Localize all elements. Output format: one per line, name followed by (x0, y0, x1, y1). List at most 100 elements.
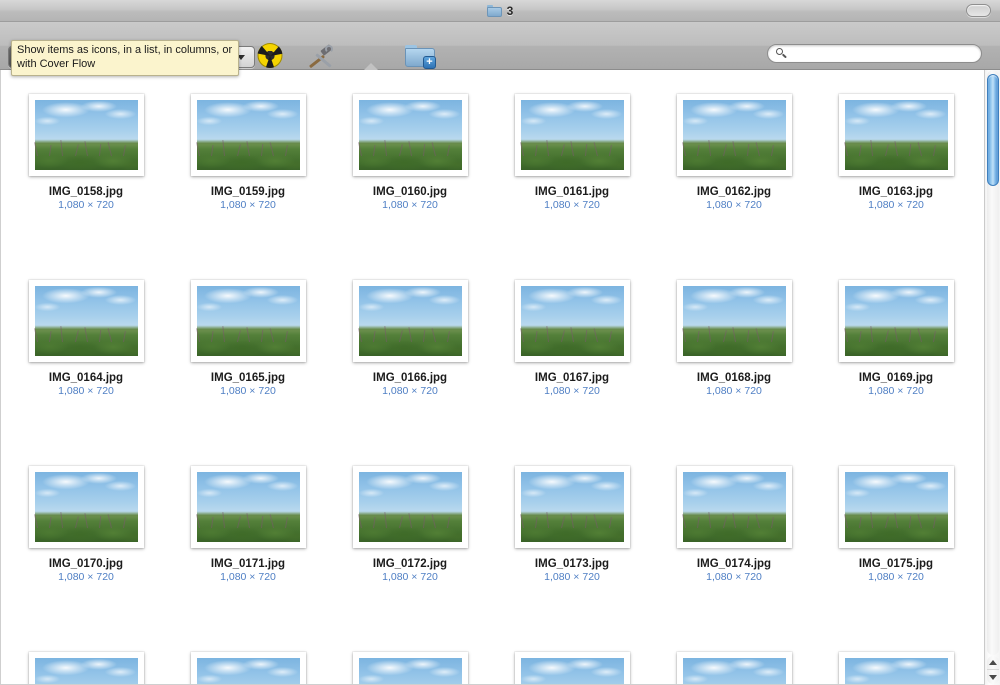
photo-thumbnail (33, 286, 138, 356)
file-name-label: IMG_0167.jpg (534, 372, 610, 384)
file-item[interactable]: IMG_0179.jpg1,080 × 720 (497, 652, 647, 685)
file-item[interactable]: IMG_0164.jpg 1,080 × 720 (11, 280, 161, 397)
file-thumbnail-frame[interactable] (676, 652, 792, 685)
tools-icon (306, 44, 336, 69)
file-item[interactable]: IMG_0168.jpg 1,080 × 720 (659, 280, 809, 397)
file-item[interactable]: IMG_0165.jpg 1,080 × 720 (173, 280, 323, 397)
view-control-tooltip: Show items as icons, in a list, in colum… (11, 40, 239, 76)
photo-thumbnail (843, 286, 948, 356)
file-dimensions-label: 1,080 × 720 (220, 199, 276, 211)
file-thumbnail-frame[interactable] (352, 280, 468, 362)
file-dimensions-label: 1,080 × 720 (706, 385, 762, 397)
photo-thumbnail (195, 100, 300, 170)
file-item[interactable]: IMG_0172.jpg 1,080 × 720 (335, 466, 485, 583)
file-item[interactable]: IMG_0160.jpg 1,080 × 720 (335, 94, 485, 211)
scroll-up-button[interactable] (987, 656, 999, 670)
file-thumbnail-frame[interactable] (514, 94, 630, 176)
file-thumbnail-frame[interactable] (676, 466, 792, 548)
file-name-label: IMG_0168.jpg (696, 372, 772, 384)
file-dimensions-label: 1,080 × 720 (382, 199, 438, 211)
file-thumbnail-frame[interactable] (352, 94, 468, 176)
file-item[interactable]: IMG_0171.jpg 1,080 × 720 (173, 466, 323, 583)
file-dimensions-label: 1,080 × 720 (706, 571, 762, 583)
file-name-label: IMG_0159.jpg (210, 186, 286, 198)
file-item[interactable]: IMG_0173.jpg 1,080 × 720 (497, 466, 647, 583)
file-thumbnail-frame[interactable] (28, 94, 144, 176)
file-thumbnail-frame[interactable] (838, 94, 954, 176)
file-dimensions-label: 1,080 × 720 (58, 571, 114, 583)
file-item[interactable]: IMG_0163.jpg 1,080 × 720 (821, 94, 971, 211)
file-dimensions-label: 1,080 × 720 (868, 199, 924, 211)
photo-thumbnail (681, 286, 786, 356)
file-item[interactable]: IMG_0158.jpg 1,080 × 720 (11, 94, 161, 211)
file-name-label: IMG_0174.jpg (696, 558, 772, 570)
file-thumbnail-frame[interactable] (28, 280, 144, 362)
photo-thumbnail (681, 472, 786, 542)
file-name-label: IMG_0170.jpg (48, 558, 124, 570)
file-item[interactable]: IMG_0159.jpg 1,080 × 720 (173, 94, 323, 211)
file-name-label: IMG_0165.jpg (210, 372, 286, 384)
search-area: Search (767, 44, 982, 82)
file-thumbnail-frame[interactable] (352, 466, 468, 548)
file-thumbnail-frame[interactable] (352, 652, 468, 685)
file-item[interactable]: IMG_0178.jpg1,080 × 720 (335, 652, 485, 685)
window-titlebar: 3 (0, 0, 1000, 22)
file-grid-container[interactable]: IMG_0158.jpg 1,080 × 720 IMG_0159.jpg 1,080… (0, 70, 1000, 685)
file-thumbnail-frame[interactable] (190, 280, 306, 362)
file-dimensions-label: 1,080 × 720 (868, 571, 924, 583)
file-item[interactable]: IMG_0167.jpg 1,080 × 720 (497, 280, 647, 397)
file-item[interactable]: IMG_0175.jpg 1,080 × 720 (821, 466, 971, 583)
photo-thumbnail (520, 658, 624, 685)
vertical-scroll-thumb[interactable] (987, 74, 999, 186)
vertical-scrollbar[interactable] (984, 70, 1000, 685)
file-item[interactable]: IMG_0174.jpg 1,080 × 720 (659, 466, 809, 583)
file-item[interactable]: IMG_0169.jpg 1,080 × 720 (821, 280, 971, 397)
file-thumbnail-frame[interactable] (190, 466, 306, 548)
photo-thumbnail (519, 100, 624, 170)
file-thumbnail-frame[interactable] (190, 94, 306, 176)
file-item[interactable]: IMG_0181.jpg1,080 × 720 (821, 652, 971, 685)
file-thumbnail-frame[interactable] (190, 652, 306, 685)
file-thumbnail-frame[interactable] (28, 652, 144, 685)
search-input[interactable] (787, 47, 973, 60)
file-thumbnail-frame[interactable] (676, 94, 792, 176)
file-item[interactable]: IMG_0162.jpg 1,080 × 720 (659, 94, 809, 211)
file-item[interactable]: IMG_0177.jpg1,080 × 720 (173, 652, 323, 685)
photo-thumbnail (682, 658, 786, 685)
file-thumbnail-frame[interactable] (514, 466, 630, 548)
photo-thumbnail (843, 100, 948, 170)
file-thumbnail-frame[interactable] (838, 280, 954, 362)
file-dimensions-label: 1,080 × 720 (220, 571, 276, 583)
toolbar-toggle-button[interactable] (966, 4, 991, 17)
title-group: 3 (486, 4, 513, 18)
file-name-label: IMG_0158.jpg (48, 186, 124, 198)
scroll-down-button[interactable] (987, 670, 999, 684)
file-name-label: IMG_0175.jpg (858, 558, 934, 570)
file-item[interactable]: IMG_0166.jpg 1,080 × 720 (335, 280, 485, 397)
search-field[interactable] (767, 44, 982, 63)
file-name-label: IMG_0173.jpg (534, 558, 610, 570)
photo-thumbnail (844, 658, 948, 685)
file-item[interactable]: IMG_0170.jpg 1,080 × 720 (11, 466, 161, 583)
photo-thumbnail (33, 100, 138, 170)
file-thumbnail-frame[interactable] (28, 466, 144, 548)
file-name-label: IMG_0169.jpg (858, 372, 934, 384)
file-name-label: IMG_0163.jpg (858, 186, 934, 198)
scroll-down-icon (989, 674, 997, 680)
file-dimensions-label: 1,080 × 720 (544, 385, 600, 397)
file-thumbnail-frame[interactable] (514, 652, 630, 685)
photo-thumbnail (196, 658, 300, 685)
file-dimensions-label: 1,080 × 720 (544, 571, 600, 583)
photo-thumbnail (195, 472, 300, 542)
file-thumbnail-frame[interactable] (676, 280, 792, 362)
photo-thumbnail (843, 472, 948, 542)
file-thumbnail-frame[interactable] (838, 466, 954, 548)
file-item[interactable]: IMG_0180.jpg1,080 × 720 (659, 652, 809, 685)
file-dimensions-label: 1,080 × 720 (58, 199, 114, 211)
file-thumbnail-frame[interactable] (514, 280, 630, 362)
file-thumbnail-frame[interactable] (838, 652, 954, 685)
file-dimensions-label: 1,080 × 720 (544, 199, 600, 211)
file-item[interactable]: IMG_0161.jpg 1,080 × 720 (497, 94, 647, 211)
file-name-label: IMG_0161.jpg (534, 186, 610, 198)
file-item[interactable]: IMG_0176.jpg1,080 × 720 (11, 652, 161, 685)
